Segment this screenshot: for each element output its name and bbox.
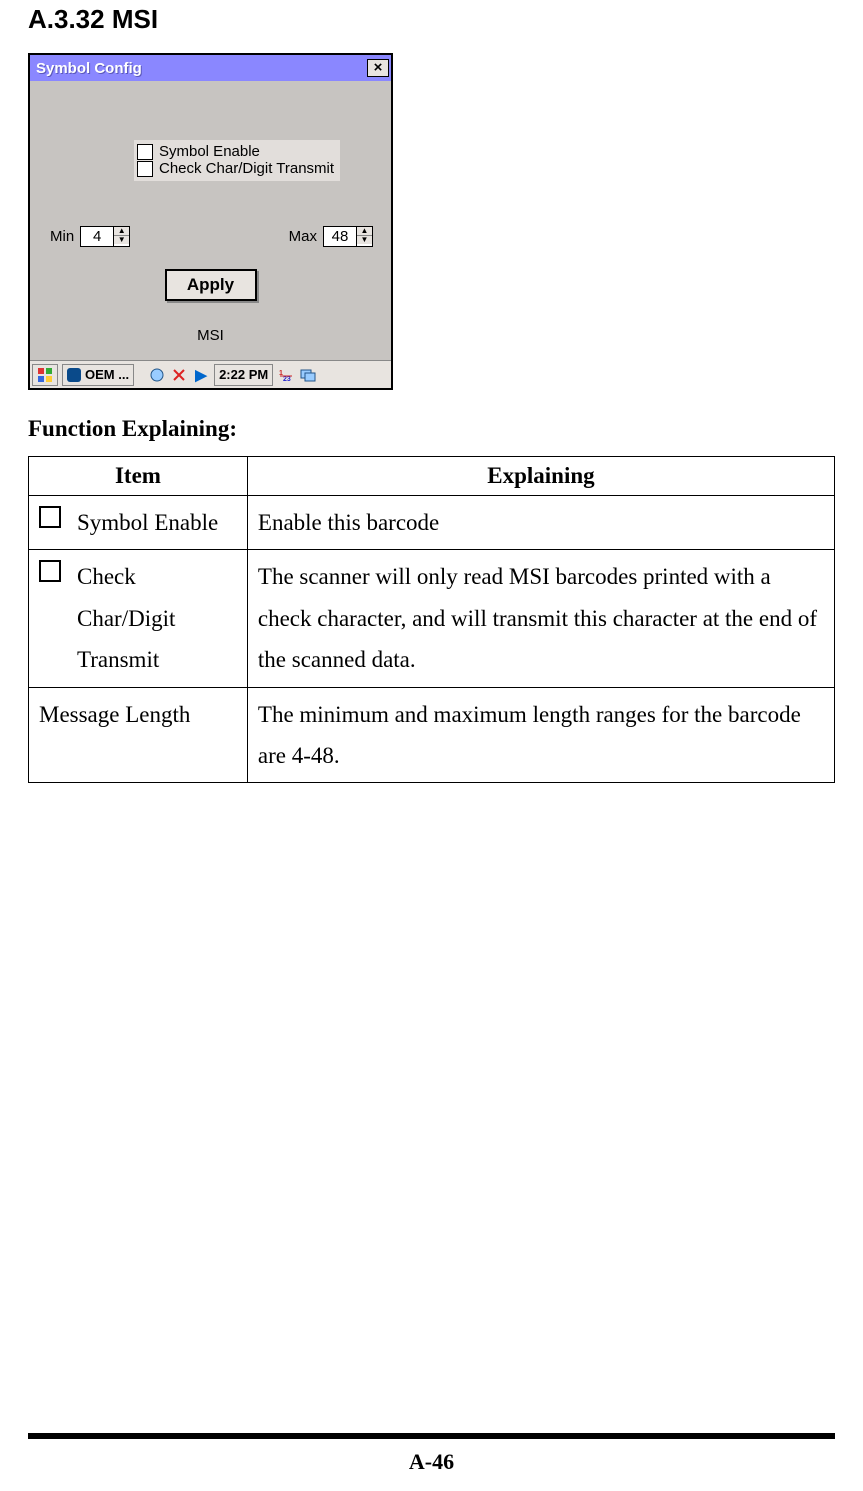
start-button[interactable] [32,364,58,386]
min-label: Min [50,228,74,245]
table-header-item: Item [29,457,248,496]
symbol-enable-row: Symbol Enable [137,143,334,160]
symbol-enable-label: Symbol Enable [159,143,260,160]
oem-app-icon [67,368,81,382]
row-item-label: Check Char/Digit Transmit [77,556,237,680]
row-explain-text: The minimum and maximum length ranges fo… [258,702,801,768]
mode-name-label: MSI [42,327,379,344]
dialog-title: Symbol Config [36,60,142,77]
close-icon[interactable]: × [367,59,389,77]
check-char-label: Check Char/Digit Transmit [159,160,334,177]
table-row: Check Char/Digit Transmit The scanner wi… [29,550,835,687]
max-spinner[interactable]: 48 ▲ ▼ [323,226,373,247]
row-item-label: Message Length [39,702,190,727]
min-max-row: Min 4 ▲ ▼ Max 48 ▲ ▼ [44,226,379,247]
section-heading: A.3.32 MSI [28,4,835,35]
page-number: A-46 [0,1449,863,1475]
taskbar-oem-button[interactable]: OEM ... [62,364,134,386]
status-tray-icon[interactable]: ▶ [192,366,210,384]
sync-tray-icon[interactable] [170,368,188,382]
row-explain-text: The scanner will only read MSI barcodes … [258,564,817,672]
function-table: Item Explaining Symbol Enable Enable thi… [28,456,835,783]
windows-logo-icon [37,367,53,383]
max-label: Max [289,228,317,245]
footer-rule [28,1433,835,1439]
symbol-enable-checkbox[interactable] [137,144,153,160]
desktop-tray-icon[interactable] [299,367,317,383]
row-checkbox-icon [39,506,61,528]
taskbar-oem-label: OEM ... [85,367,129,382]
check-char-row: Check Char/Digit Transmit [137,160,334,177]
network-tray-icon[interactable] [148,367,166,383]
min-value: 4 [81,227,113,246]
max-value: 48 [324,227,356,246]
taskbar-clock[interactable]: 2:22 PM [214,364,273,386]
row-item-label: Symbol Enable [77,502,218,543]
dialog-titlebar: Symbol Config × [30,55,391,81]
row-explain-text: Enable this barcode [258,510,439,535]
function-explaining-heading: Function Explaining: [28,416,835,442]
table-header-explaining: Explaining [247,457,834,496]
min-down-icon[interactable]: ▼ [114,236,129,244]
table-row: Message Length The minimum and maximum l… [29,687,835,783]
check-char-checkbox[interactable] [137,161,153,177]
svg-text:23: 23 [283,376,291,383]
symbol-config-screenshot: Symbol Config × Symbol Enable Check Char… [28,53,393,390]
min-spinner[interactable]: 4 ▲ ▼ [80,226,130,247]
row-checkbox-icon [39,560,61,582]
sip-tray-icon[interactable]: 1 23 [277,367,295,383]
checkbox-group: Symbol Enable Check Char/Digit Transmit [134,140,340,181]
dialog-body: Symbol Enable Check Char/Digit Transmit … [30,81,391,360]
apply-button[interactable]: Apply [165,269,257,301]
max-down-icon[interactable]: ▼ [357,236,372,244]
table-row: Symbol Enable Enable this barcode [29,496,835,550]
ce-taskbar: OEM ... ▶ 2:22 PM 1 23 [30,360,391,388]
